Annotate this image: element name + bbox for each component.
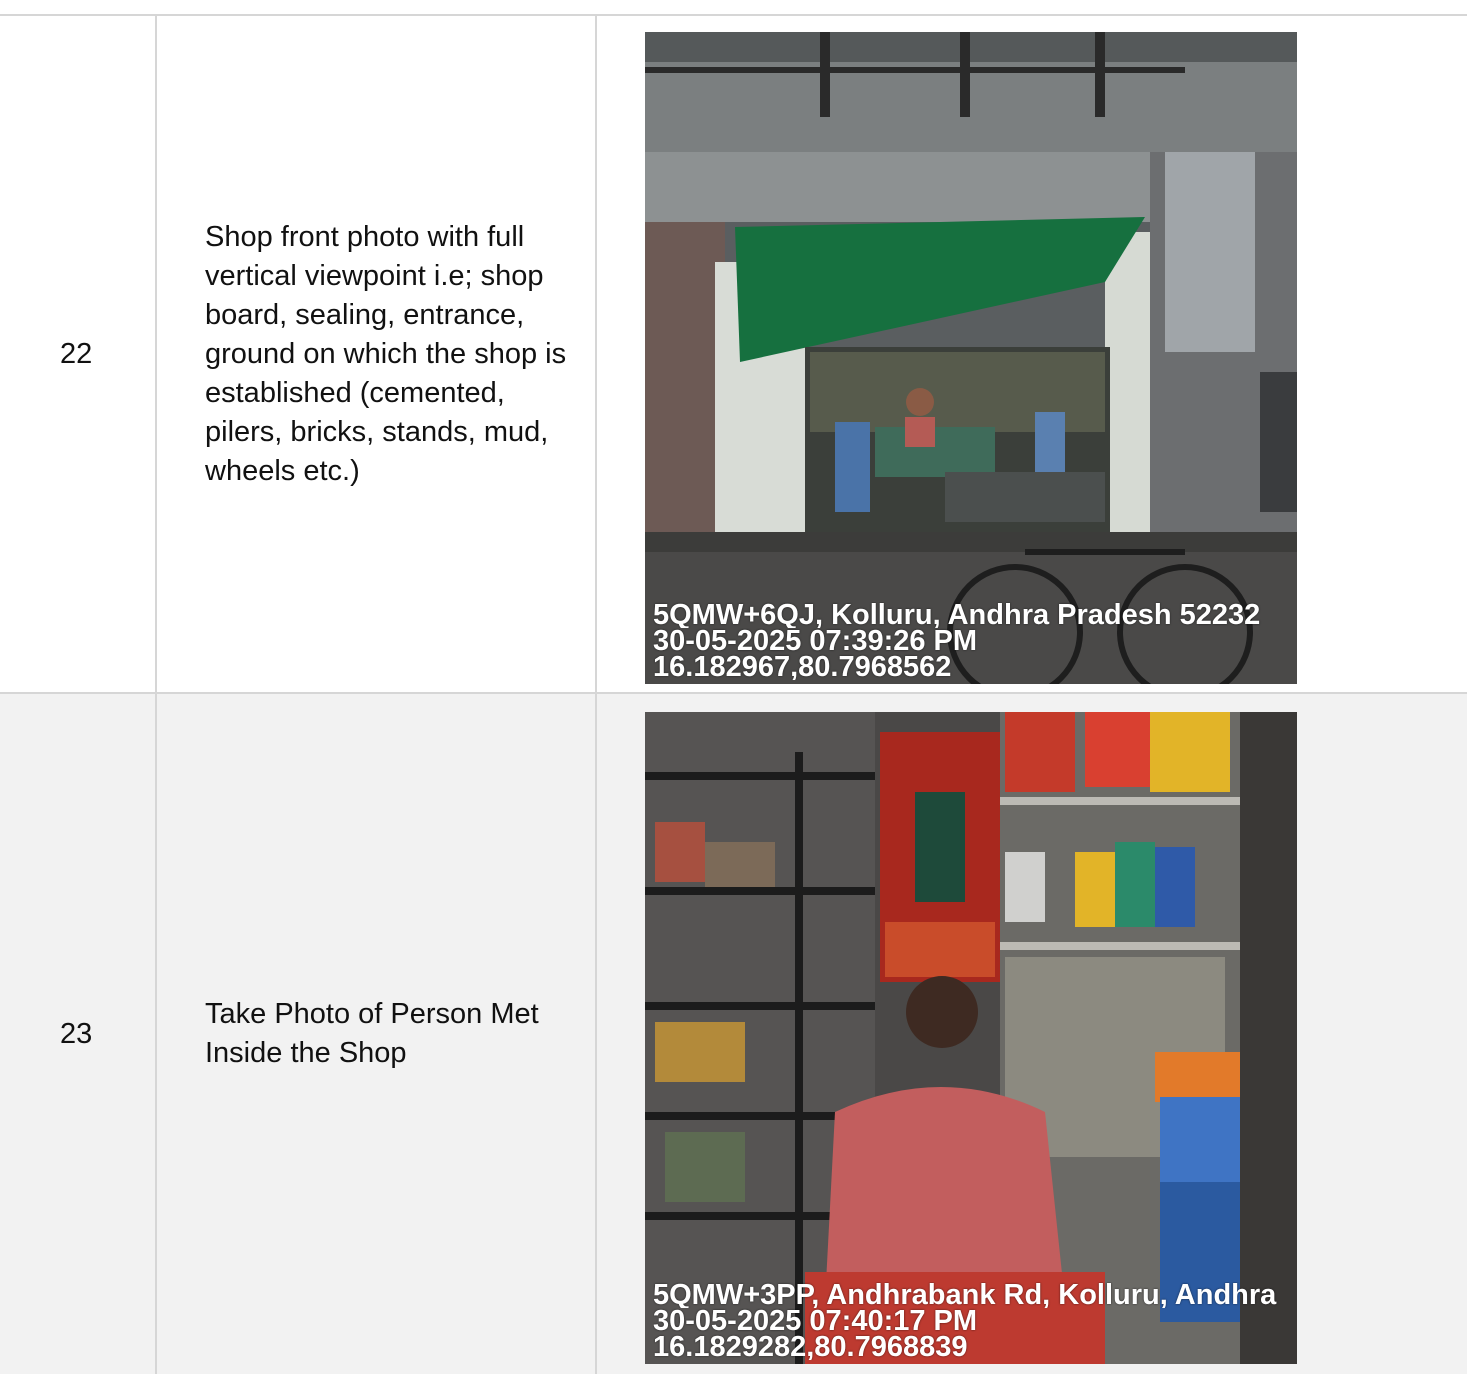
photo-cell: 5QMW+6QJ, Kolluru, Andhra Pradesh 52232 … [597,16,1467,692]
photo-datetime: 30-05-2025 07:40:17 PM [653,1308,978,1334]
person-met-photo-image [645,712,1297,1364]
photo-geotag: 5QMW+3PP, Andhrabank Rd, Kolluru, Andhra… [653,1282,1297,1360]
photo-address: 5QMW+3PP, Andhrabank Rd, Kolluru, Andhra [653,1282,1277,1308]
photo-datetime: 30-05-2025 07:39:26 PM [653,628,978,654]
checklist-table: 22 Shop front photo with full vertical v… [0,14,1467,1374]
photo-coords: 16.1829282,80.7968839 [653,1334,968,1360]
row-description: Take Photo of Person Met Inside the Shop [157,694,597,1374]
shop-front-photo-image [645,32,1297,684]
photo-geotag: 5QMW+6QJ, Kolluru, Andhra Pradesh 52232 … [653,602,1297,680]
photo-address: 5QMW+6QJ, Kolluru, Andhra Pradesh 52232 [653,602,1261,628]
table-row: 22 Shop front photo with full vertical v… [0,16,1467,694]
table-row: 23 Take Photo of Person Met Inside the S… [0,694,1467,1374]
photo-cell: 5QMW+3PP, Andhrabank Rd, Kolluru, Andhra… [597,694,1467,1374]
person-met-photo[interactable]: 5QMW+3PP, Andhrabank Rd, Kolluru, Andhra… [645,712,1297,1364]
row-description: Shop front photo with full vertical view… [157,16,597,692]
row-number: 22 [0,16,157,692]
photo-coords: 16.182967,80.7968562 [653,654,952,680]
row-number: 23 [0,694,157,1374]
shop-front-photo[interactable]: 5QMW+6QJ, Kolluru, Andhra Pradesh 52232 … [645,32,1297,684]
